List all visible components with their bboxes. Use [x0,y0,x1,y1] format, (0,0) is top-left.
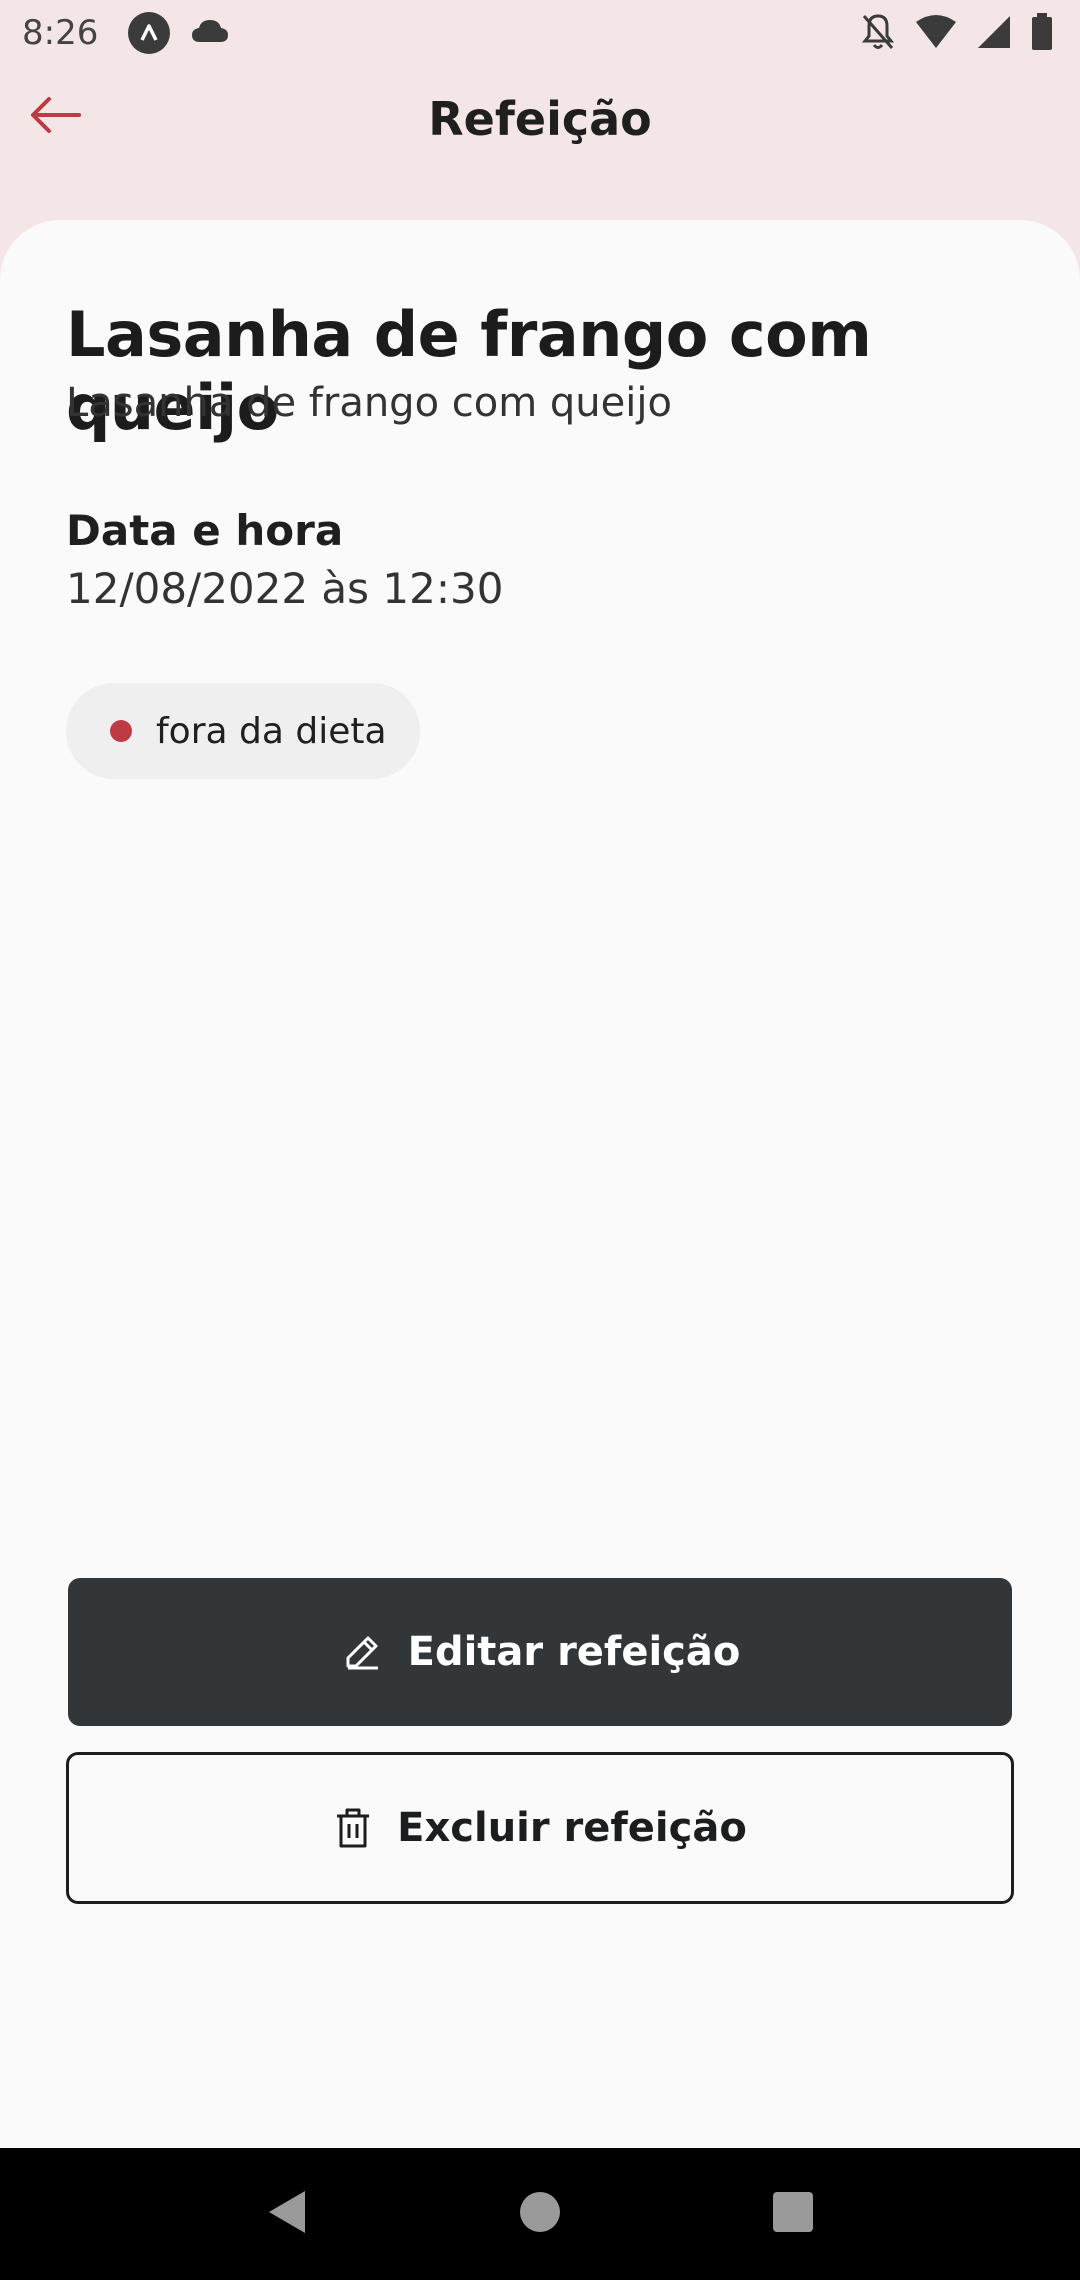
meal-description: Lasanha de frango com queijo [66,380,672,426]
delete-meal-button[interactable]: Excluir refeição [66,1752,1014,1904]
system-nav-bar [0,2148,1080,2280]
wifi-icon [914,14,958,54]
battery-icon [1030,13,1054,55]
status-dot-icon [110,720,132,742]
page-title: Refeição [428,92,652,146]
notifications-off-icon [860,12,896,56]
cloud-icon [190,18,230,48]
diet-status-badge: fora da dieta [66,683,420,779]
diet-status-text: fora da dieta [156,710,387,752]
datetime-value: 12/08/2022 às 12:30 [66,564,504,613]
recents-square-icon [771,2190,815,2238]
screen: 8:26 Refeição Lasanha de frango com quei… [0,0,1080,2280]
status-right-icons [860,12,1054,56]
nav-home-button[interactable] [500,2174,580,2254]
pencil-icon [340,1630,384,1674]
status-left-icons [128,12,230,54]
back-triangle-icon [265,2187,309,2241]
edit-meal-label: Editar refeição [407,1629,741,1675]
status-bar: 8:26 [0,0,1080,66]
trash-icon [333,1806,373,1850]
edit-meal-button[interactable]: Editar refeição [68,1578,1012,1726]
home-circle-icon [518,2190,562,2238]
signal-icon [976,14,1012,54]
app-header: Refeição [0,66,1080,186]
app-badge-icon [128,12,171,54]
nav-back-button[interactable] [247,2174,327,2254]
nav-recents-button[interactable] [753,2174,833,2254]
datetime-label: Data e hora [66,506,344,555]
delete-meal-label: Excluir refeição [397,1805,747,1851]
status-time: 8:26 [22,13,99,53]
